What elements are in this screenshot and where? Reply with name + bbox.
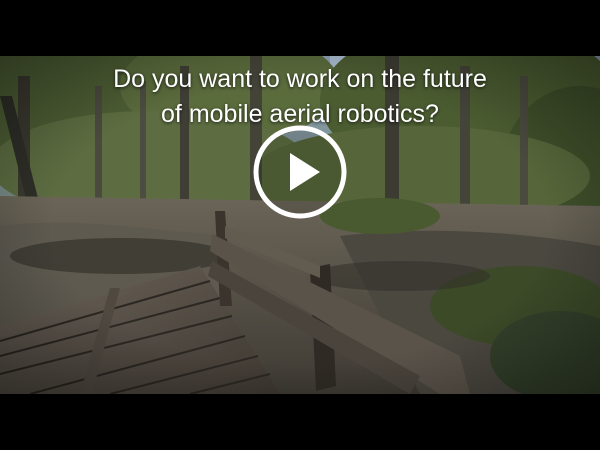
play-button[interactable] (252, 124, 348, 220)
play-icon (253, 125, 347, 219)
video-title-overlay: Do you want to work on the future of mob… (0, 62, 600, 132)
video-player[interactable]: Do you want to work on the future of mob… (0, 0, 600, 450)
overlay-title-line-1: Do you want to work on the future (113, 65, 487, 93)
